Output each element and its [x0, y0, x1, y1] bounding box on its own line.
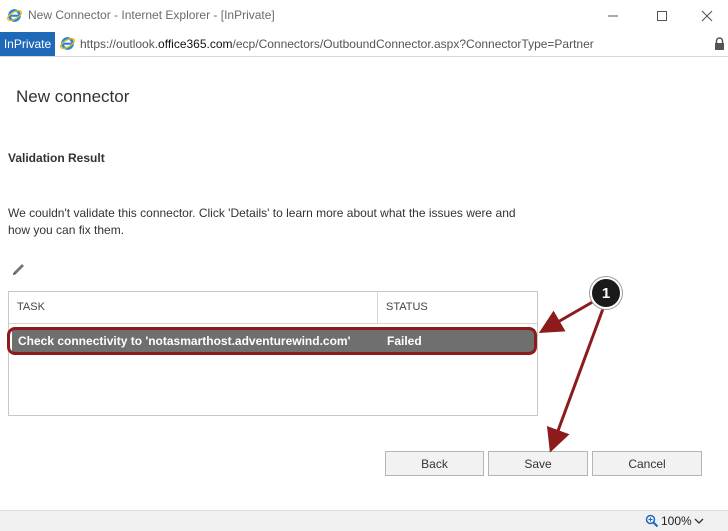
close-icon — [701, 10, 713, 22]
internet-explorer-icon — [59, 37, 76, 50]
url-domain: office365.com — [158, 37, 233, 51]
section-title: Validation Result — [8, 151, 105, 165]
column-header-status[interactable]: STATUS — [386, 301, 428, 313]
address-bar: InPrivate https://outlook.office365.com/… — [0, 32, 728, 57]
close-button[interactable] — [684, 0, 728, 32]
back-button[interactable]: Back — [385, 451, 484, 476]
minimize-icon — [608, 15, 618, 17]
validation-message: We couldn't validate this connector. Cli… — [8, 206, 516, 237]
column-divider — [377, 292, 378, 323]
zoom-icon — [645, 514, 659, 528]
url-path: /ecp/Connectors/OutboundConnector.aspx?C… — [232, 37, 594, 51]
maximize-button[interactable] — [639, 0, 685, 32]
cancel-button[interactable]: Cancel — [592, 451, 702, 476]
callout-badge: 1 — [590, 277, 622, 309]
maximize-icon — [657, 11, 667, 21]
url-prefix: https://outlook. — [80, 37, 159, 51]
minimize-button[interactable] — [590, 0, 636, 32]
inprivate-badge: InPrivate — [0, 32, 55, 56]
window-title: New Connector - Internet Explorer - [InP… — [28, 8, 275, 22]
validation-grid: TASK STATUS Check connectivity to 'notas… — [8, 291, 538, 416]
annotation-arrow — [546, 305, 606, 453]
url-field[interactable]: https://outlook.office365.com/ecp/Connec… — [80, 37, 594, 51]
status-cell: Failed — [387, 334, 422, 348]
lock-icon — [715, 37, 724, 50]
grid-header: TASK STATUS — [9, 292, 537, 324]
status-bar: 100% — [0, 510, 728, 531]
internet-explorer-icon — [6, 9, 23, 22]
annotation-arrow — [538, 298, 597, 333]
pencil-icon[interactable] — [10, 262, 28, 278]
page-title: New connector — [16, 87, 130, 106]
save-button[interactable]: Save — [488, 451, 588, 476]
column-header-task[interactable]: TASK — [17, 301, 45, 313]
zoom-level: 100% — [661, 514, 692, 528]
title-bar: New Connector - Internet Explorer - [InP… — [0, 0, 728, 33]
table-row[interactable]: Check connectivity to 'notasmarthost.adv… — [12, 329, 535, 353]
chevron-down-icon — [694, 518, 704, 524]
zoom-control[interactable]: 100% — [645, 514, 704, 528]
task-cell: Check connectivity to 'notasmarthost.adv… — [18, 334, 351, 348]
